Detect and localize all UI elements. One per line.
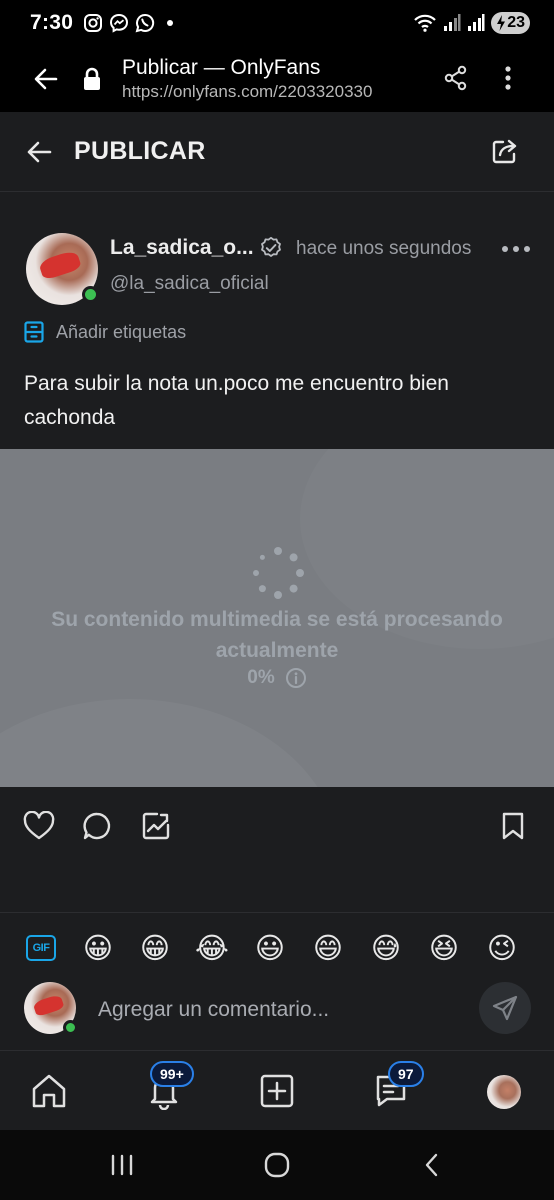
emoji-button[interactable]: 😂 <box>194 931 230 965</box>
home-icon <box>32 1074 66 1108</box>
share-external-icon <box>492 139 517 164</box>
lock-icon[interactable] <box>78 65 106 93</box>
verified-icon <box>261 236 281 257</box>
arrow-left-icon <box>27 141 52 162</box>
media-processing-area: Su contenido multimedia se está procesan… <box>0 449 554 787</box>
nav-profile-avatar[interactable] <box>487 1075 521 1109</box>
signal-icon <box>444 14 461 31</box>
processing-progress: 0% <box>0 667 554 689</box>
post-options-button[interactable] <box>502 241 530 257</box>
page-header: PUBLICAR <box>0 112 554 192</box>
send-comment-button[interactable] <box>479 982 531 1034</box>
author-handle[interactable]: @la_sadica_oficial <box>110 273 269 295</box>
browser-back-button[interactable] <box>28 61 64 97</box>
browser-page-title: Publicar — OnlyFans <box>122 56 321 79</box>
whatsapp-icon <box>135 13 155 33</box>
emoji-button[interactable]: 😆 <box>426 931 462 965</box>
browser-menu-button[interactable] <box>494 62 522 94</box>
emoji-bar: GIF 😀 😁 😂 😃 😄 😅 😆 😉 <box>0 912 554 980</box>
browser-share-button[interactable] <box>440 62 472 94</box>
notifications-badge: 99+ <box>150 1061 194 1087</box>
emoji-button[interactable]: 😉 <box>484 931 520 965</box>
back-system-button[interactable] <box>414 1150 450 1180</box>
battery-indicator: 23 <box>491 12 530 34</box>
wifi-icon <box>414 14 436 32</box>
page-title: PUBLICAR <box>74 137 206 165</box>
status-system-icons: 23 <box>413 12 530 34</box>
emoji-button[interactable]: 😀 <box>80 931 116 965</box>
emoji-button[interactable]: 😃 <box>252 931 288 965</box>
media-background-shape <box>0 699 340 787</box>
messenger-icon <box>110 13 129 33</box>
status-time: 7:30 <box>30 11 74 34</box>
current-user-avatar <box>24 982 78 1035</box>
author-name[interactable]: La_sadica_o... <box>110 236 254 260</box>
battery-charging-icon <box>497 15 506 31</box>
progress-value: 0% <box>247 667 275 688</box>
comment-button[interactable] <box>80 809 114 843</box>
tip-button[interactable] <box>139 809 173 843</box>
emoji-button[interactable]: 😄 <box>310 931 346 965</box>
bookmark-button[interactable] <box>496 809 530 843</box>
battery-level: 23 <box>507 14 525 31</box>
status-app-icons <box>83 13 174 33</box>
signal-icon <box>468 14 485 31</box>
status-bar: 7:30 23 <box>0 0 554 46</box>
comment-icon <box>83 812 111 840</box>
messages-badge: 97 <box>388 1061 424 1087</box>
image-stats-icon <box>142 812 170 840</box>
bookmark-icon <box>502 812 524 840</box>
chevron-left-icon <box>425 1153 438 1177</box>
online-indicator <box>82 286 99 303</box>
author-avatar[interactable] <box>26 233 99 305</box>
system-navigation-bar <box>0 1130 554 1200</box>
back-button[interactable] <box>22 135 56 169</box>
post-actions <box>0 787 554 912</box>
online-indicator <box>63 1020 78 1035</box>
post-timestamp: hace unos segundos <box>296 238 472 259</box>
home-system-button[interactable] <box>259 1150 295 1180</box>
emoji-button[interactable]: 😅 <box>368 931 404 965</box>
tag-icon <box>24 321 44 343</box>
post-card: La_sadica_o... hace unos segundos @la_sa… <box>0 193 554 449</box>
share-post-button[interactable] <box>488 134 522 168</box>
nav-home[interactable] <box>29 1071 69 1111</box>
add-tags-label: Añadir etiquetas <box>56 321 187 342</box>
bottom-navigation: 99+ 97 <box>0 1050 554 1130</box>
info-icon[interactable] <box>285 667 307 689</box>
more-vertical-icon <box>505 66 511 90</box>
like-button[interactable] <box>22 809 56 843</box>
share-icon <box>444 65 467 91</box>
arrow-left-icon <box>34 68 58 90</box>
browser-toolbar: Publicar — OnlyFans https://onlyfans.com… <box>0 46 554 112</box>
gif-button[interactable]: GIF <box>26 935 56 961</box>
loading-spinner-icon <box>253 547 304 599</box>
send-icon <box>492 995 518 1021</box>
notification-dot <box>167 20 174 26</box>
heart-icon <box>23 811 55 840</box>
home-circle-icon <box>264 1152 290 1178</box>
browser-url: https://onlyfans.com/2203320330 <box>122 82 373 101</box>
comment-input[interactable] <box>98 992 458 1028</box>
add-square-icon <box>260 1074 294 1108</box>
emoji-button[interactable]: 😁 <box>137 931 173 965</box>
nav-new-post[interactable] <box>257 1071 297 1111</box>
processing-message: Su contenido multimedia se está procesan… <box>51 608 503 662</box>
recent-apps-button[interactable] <box>104 1150 140 1180</box>
post-text: Para subir la nota un.poco me encuentro … <box>24 372 449 429</box>
comment-row <box>0 980 554 1050</box>
recent-apps-icon <box>111 1154 133 1176</box>
instagram-icon <box>84 14 103 32</box>
add-tags-button[interactable]: Añadir etiquetas <box>24 321 186 343</box>
browser-address[interactable]: Publicar — OnlyFans https://onlyfans.com… <box>122 55 372 103</box>
